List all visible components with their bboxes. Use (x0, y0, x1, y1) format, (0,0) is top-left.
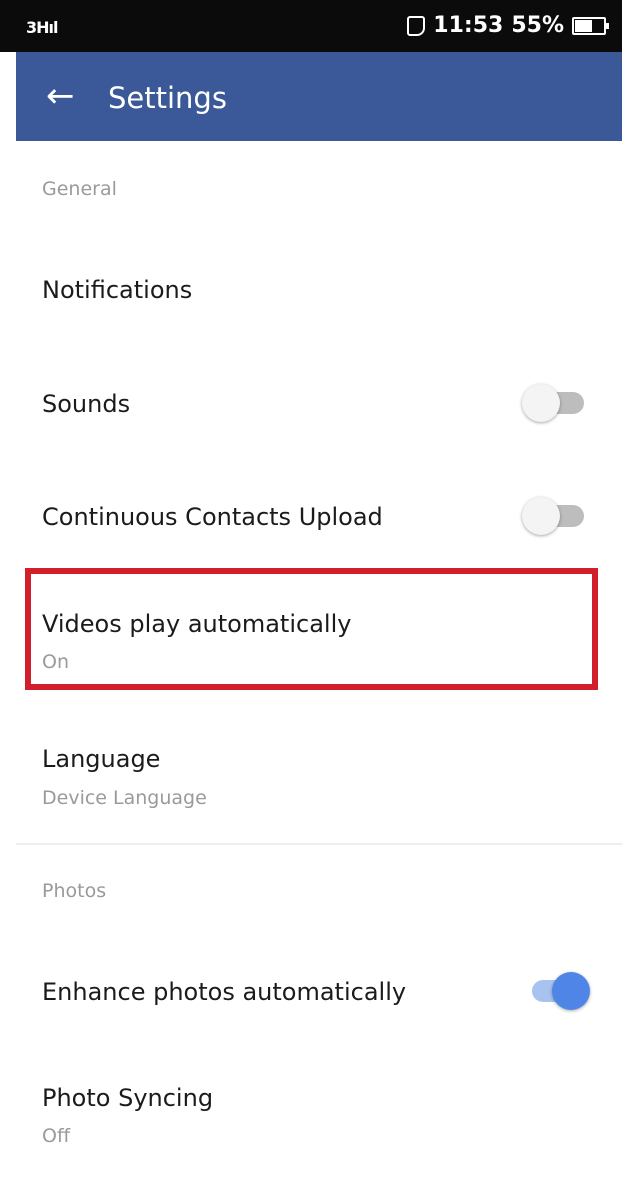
language-value: Device Language (42, 787, 207, 809)
setting-notifications[interactable]: Notifications (42, 276, 192, 304)
setting-continuous-contacts-upload[interactable]: Continuous Contacts Upload (42, 503, 383, 531)
sounds-toggle[interactable] (522, 382, 588, 426)
status-bar: 3Hıl 11:53 55% (0, 0, 622, 52)
toggle-knob (522, 497, 560, 535)
setting-sounds[interactable]: Sounds (42, 390, 130, 418)
toggle-knob (522, 384, 560, 422)
highlight-box (25, 568, 598, 690)
status-right: 11:53 55% (407, 13, 609, 38)
section-divider (16, 843, 622, 845)
setting-enhance-photos-automatically[interactable]: Enhance photos automatically (42, 978, 406, 1006)
setting-language[interactable]: Language (42, 745, 160, 773)
page-title: Settings (108, 81, 227, 115)
photo-syncing-value: Off (42, 1125, 71, 1147)
status-time: 11:53 (433, 13, 504, 38)
toggle-knob (552, 972, 590, 1010)
battery-icon (572, 16, 609, 35)
phone-icon (407, 15, 426, 36)
arrow-left-icon[interactable]: ← (46, 76, 75, 116)
section-header-photos: Photos (42, 880, 107, 902)
signal-icon: 3Hıl (26, 18, 58, 37)
battery-percent: 55% (511, 13, 564, 38)
contacts-upload-toggle[interactable] (522, 495, 588, 539)
section-header-general: General (42, 178, 117, 200)
setting-photo-syncing[interactable]: Photo Syncing (42, 1084, 213, 1112)
app-bar: ← Settings (16, 52, 622, 141)
enhance-photos-toggle[interactable] (524, 970, 590, 1014)
